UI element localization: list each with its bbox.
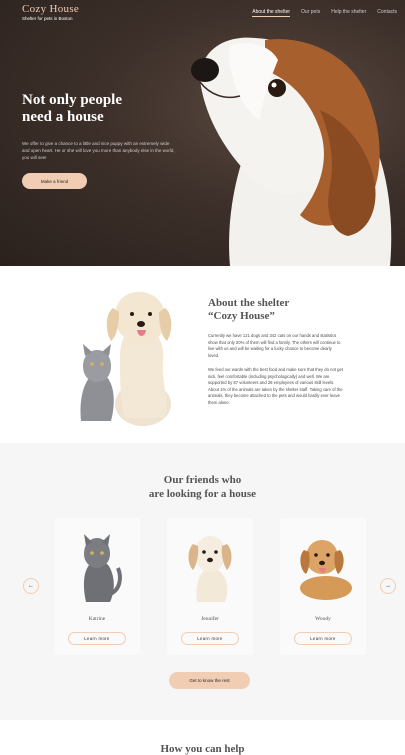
next-arrow-button[interactable]: → (380, 578, 396, 594)
brand-logo[interactable]: Cozy House (22, 3, 79, 15)
about-paragraph-1: Currently we have 121 dogs and 342 cats … (208, 333, 341, 358)
friends-heading-line1: Our friends who (163, 474, 242, 486)
about-heading: About the shelter “Cozy House” (208, 297, 358, 323)
pet-name: Katrine (88, 616, 106, 622)
pet-photo-cat (83, 534, 122, 602)
hero-text: We offer to give a chance to a little an… (22, 141, 175, 160)
hero-section: Cozy House Shelter for pets in Boston Ab… (0, 0, 405, 266)
make-friend-button[interactable]: Make a friend (22, 173, 87, 189)
nav-item-about[interactable]: About the shelter (252, 9, 291, 17)
pet-photo-dog (300, 540, 352, 600)
prev-arrow-button[interactable]: ← (23, 578, 39, 594)
hero-heading-line2: need a house (22, 109, 104, 125)
pet-card[interactable]: Woody Learn more (280, 518, 366, 655)
brand-tagline: Shelter for pets in Boston (22, 16, 73, 21)
hero-heading-line1: Not only people (22, 92, 123, 108)
get-to-know-rest-button[interactable]: Get to know the rest (169, 672, 250, 689)
about-heading-line1: About the shelter (208, 297, 290, 309)
about-paragraph-2: We feed our wards with the best food and… (208, 367, 343, 405)
puppy-image (191, 37, 392, 266)
about-heading-line2: “Cozy House” (208, 310, 275, 322)
help-heading: How you can help (160, 743, 245, 755)
pet-name: Woody (315, 616, 331, 622)
pet-card[interactable]: Katrine Learn more (54, 518, 140, 655)
nav-item-help[interactable]: Help the shelter (331, 9, 366, 17)
friends-heading: Our friends who are looking for a house (0, 473, 405, 501)
help-section: How you can help (0, 720, 405, 755)
pet-photo-puppy (188, 536, 232, 602)
learn-more-button[interactable]: Learn more (68, 632, 126, 645)
pet-name: Jennifer (201, 616, 219, 622)
arrow-right-icon: → (385, 583, 391, 589)
learn-more-button[interactable]: Learn more (181, 632, 239, 645)
nav-item-pets[interactable]: Our pets (301, 9, 320, 17)
main-nav: About the shelter Our pets Help the shel… (252, 9, 397, 17)
about-section: About the shelter “Cozy House” Currently… (0, 266, 405, 443)
nav-item-contacts[interactable]: Contacts (377, 9, 397, 17)
friends-section: Our friends who are looking for a house … (0, 443, 405, 720)
friends-heading-line2: are looking for a house (148, 488, 257, 500)
dog-and-cat-image (80, 291, 172, 426)
pet-card[interactable]: Jennifer Learn more (167, 518, 253, 655)
arrow-left-icon: ← (28, 583, 34, 589)
learn-more-button[interactable]: Learn more (294, 632, 352, 645)
hero-heading: Not only people need a house (22, 92, 182, 126)
